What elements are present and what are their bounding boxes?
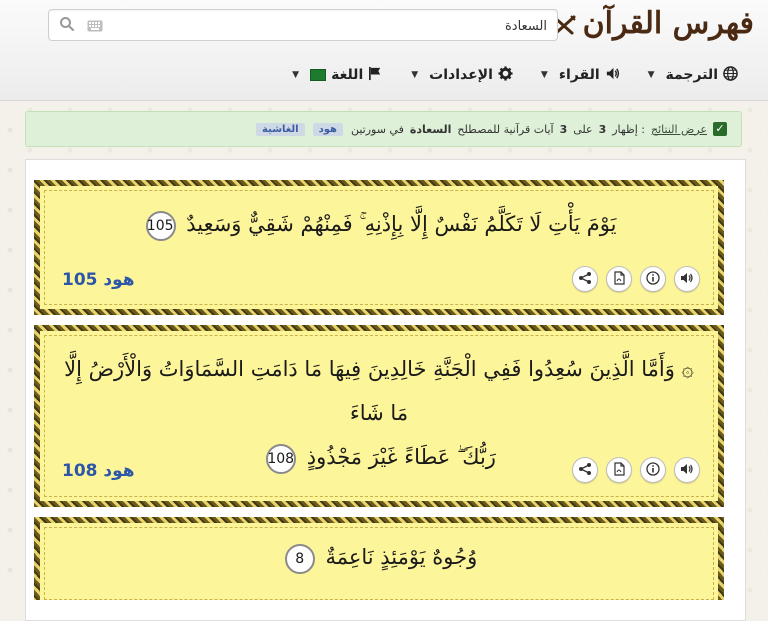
verse-reference[interactable]: هود 108 bbox=[62, 461, 135, 481]
results-notice: ✓ عرض النتائج : إظهار 3 على 3 آيات قرآني… bbox=[25, 111, 742, 147]
menu-settings-label: الإعدادات bbox=[429, 67, 493, 83]
menu-reciters-label: القراء bbox=[558, 67, 600, 83]
menu-settings[interactable]: الإعدادات ▼ bbox=[411, 62, 513, 88]
audio-button[interactable] bbox=[674, 457, 700, 483]
audio-icon bbox=[680, 461, 694, 480]
notice-text-4: في سورتين bbox=[350, 122, 404, 136]
caret-down-icon: ▼ bbox=[540, 70, 548, 80]
keyboard-icon[interactable] bbox=[87, 17, 103, 32]
caret-down-icon: ▼ bbox=[647, 70, 655, 80]
speaker-icon bbox=[605, 66, 620, 85]
notice-text-3: آيات قرآنية للمصطلح bbox=[457, 122, 554, 136]
share-button[interactable] bbox=[572, 457, 598, 483]
globe-icon bbox=[723, 65, 738, 85]
verse-card: ۞ وَأَمَّا الَّذِينَ سُعِدُوا فَفِي الْج… bbox=[34, 325, 724, 507]
share-icon bbox=[578, 270, 592, 289]
surah-tag-ghashiya[interactable]: الغاشية bbox=[256, 122, 305, 136]
brand-logo[interactable]: فهرس القرآن bbox=[551, 6, 754, 41]
menu-reciters[interactable]: القراء ▼ bbox=[541, 62, 620, 88]
notice-term: السعادة bbox=[409, 122, 452, 136]
info-icon bbox=[646, 270, 660, 289]
verse-text-content: ۞ وَأَمَّا الَّذِينَ سُعِدُوا فَفِي الْج… bbox=[64, 357, 694, 425]
pdf-button[interactable] bbox=[606, 266, 632, 292]
verse-card: يَوْمَ يَأْتِ لَا تَكَلَّمُ نَفْسٌ إِلَّ… bbox=[34, 180, 724, 315]
verse-text-content: يَوْمَ يَأْتِ لَا تَكَلَّمُ نَفْسٌ إِلَّ… bbox=[186, 212, 617, 236]
share-button[interactable] bbox=[572, 266, 598, 292]
notice-text-1: : إظهار bbox=[612, 122, 645, 136]
share-icon bbox=[578, 461, 592, 480]
gear-icon bbox=[498, 65, 513, 85]
checkbox-icon[interactable]: ✓ bbox=[713, 122, 727, 136]
verse-actions bbox=[572, 266, 700, 292]
ayah-number: 105 bbox=[145, 210, 176, 241]
verse-text-line: ۞ وَأَمَّا الَّذِينَ سُعِدُوا فَفِي الْج… bbox=[60, 347, 698, 435]
ayah-number: 8 bbox=[284, 543, 315, 574]
pdf-icon bbox=[612, 461, 626, 480]
verse-text-content: وُجُوهٌ يَوْمَئِذٍ نَاعِمَةٌ bbox=[325, 545, 478, 569]
show-results-link[interactable]: عرض النتائج bbox=[651, 123, 707, 136]
notice-text-2: على bbox=[573, 122, 593, 136]
search-box[interactable] bbox=[48, 9, 558, 41]
verse-text: وُجُوهٌ يَوْمَئِذٍ نَاعِمَةٌ 8 bbox=[60, 535, 698, 579]
search-icon[interactable] bbox=[59, 16, 75, 32]
verse-card: وُجُوهٌ يَوْمَئِذٍ نَاعِمَةٌ 8 bbox=[34, 517, 724, 600]
pdf-icon bbox=[612, 270, 626, 289]
notice-total: 3 bbox=[559, 122, 568, 136]
menu-language-label: اللغة bbox=[331, 67, 364, 83]
saudi-flag-icon bbox=[310, 69, 327, 81]
search-input[interactable] bbox=[115, 14, 549, 38]
verse-reference[interactable]: هود 105 bbox=[62, 270, 135, 290]
menu-translation-label: الترجمة bbox=[665, 67, 718, 83]
ayah-number: 108 bbox=[266, 443, 297, 474]
verse-actions bbox=[572, 457, 700, 483]
audio-button[interactable] bbox=[674, 266, 700, 292]
caret-down-icon: ▼ bbox=[292, 70, 300, 80]
verse-text-content: رَبُّكَ ۖ عَطَاءً غَيْرَ مَجْذُوذٍ bbox=[306, 445, 496, 469]
app-title: فهرس القرآن bbox=[582, 6, 754, 41]
menu-language[interactable]: اللغة ▼ bbox=[292, 62, 383, 88]
info-button[interactable] bbox=[640, 266, 666, 292]
pdf-button[interactable] bbox=[606, 457, 632, 483]
main-menu: الترجمة ▼ القراء ▼ الإعدادات ▼ اللغة ▼ bbox=[292, 62, 738, 88]
caret-down-icon: ▼ bbox=[411, 70, 419, 80]
flag-icon bbox=[368, 66, 383, 85]
audio-icon bbox=[680, 270, 694, 289]
surah-tag-hud[interactable]: هود bbox=[312, 122, 343, 136]
info-icon bbox=[646, 461, 660, 480]
top-navbar: فهرس القرآن السعادة الترجمة ▼ القراء ▼ ا… bbox=[0, 0, 768, 101]
notice-count: 3 bbox=[598, 122, 607, 136]
verse-text: يَوْمَ يَأْتِ لَا تَكَلَّمُ نَفْسٌ إِلَّ… bbox=[60, 202, 698, 246]
menu-translation[interactable]: الترجمة ▼ bbox=[648, 62, 738, 88]
info-button[interactable] bbox=[640, 457, 666, 483]
